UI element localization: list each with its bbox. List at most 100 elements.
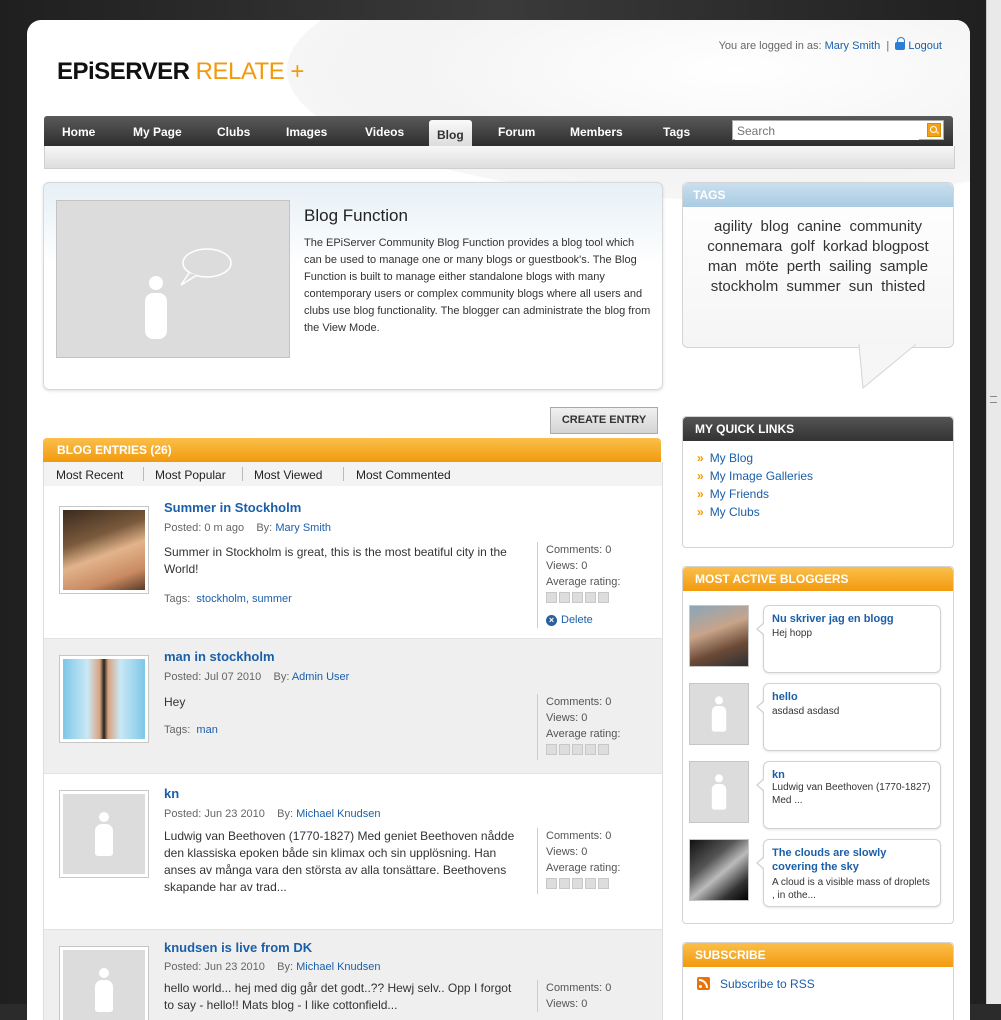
entry-thumbnail[interactable] [59, 655, 149, 743]
quick-link-label: My Blog [709, 451, 754, 465]
blogger-bubble: kn Ludwig van Beethoven (1770-1827) Med … [756, 761, 941, 829]
blogger-post-excerpt: Hej hopp [772, 628, 813, 639]
tag-link[interactable]: agility [714, 218, 752, 235]
tab-divider [143, 467, 144, 481]
lock-icon [895, 37, 906, 50]
user-silhouette-icon [91, 812, 117, 856]
blogger-item[interactable]: The clouds are slowly covering the sky A… [689, 839, 947, 909]
entry-tags: Tags: man [164, 724, 218, 736]
search-input[interactable] [735, 122, 919, 140]
logged-in-user-link[interactable]: Mary Smith [825, 40, 881, 52]
entry-title[interactable]: man in stockholm [164, 649, 275, 664]
tag-link[interactable]: korkad blogpost [823, 238, 929, 255]
entry-body: Summer in Stockholm is great, this is th… [164, 545, 507, 576]
subscribe-box: SUBSCRIBE Subscribe to RSS [682, 942, 954, 1020]
nav-my-page[interactable]: My Page [133, 125, 182, 139]
quick-links-list: » My Blog » My Image Galleries » My Friends… [683, 441, 953, 521]
tab-most-popular[interactable]: Most Popular [155, 468, 226, 482]
entry-title[interactable]: Summer in Stockholm [164, 500, 301, 515]
quick-link-my-clubs[interactable]: » My Clubs [697, 503, 953, 521]
tag-link[interactable]: canine [797, 218, 841, 235]
tag-link[interactable]: thisted [881, 278, 925, 295]
entry-body: Ludwig van Beethoven (1770-1827) Med gen… [164, 829, 515, 894]
entry-tags-link[interactable]: stockholm, summer [196, 593, 291, 605]
entry-rating-stars[interactable] [546, 744, 620, 760]
entry-title[interactable]: kn [164, 786, 179, 801]
entry-stats: Comments: 0 Views: 0 Average rating: × De… [537, 542, 620, 628]
entry-body: Hey [164, 695, 186, 709]
blogger-post-title[interactable]: kn [772, 768, 932, 782]
entry-thumbnail[interactable] [59, 506, 149, 594]
entry-author-link[interactable]: Michael Knudsen [296, 961, 380, 973]
blogger-item[interactable]: kn Ludwig van Beethoven (1770-1827) Med … [689, 761, 947, 831]
blogger-item[interactable]: hello asdasd asdasd [689, 683, 947, 753]
tab-most-viewed[interactable]: Most Viewed [254, 468, 322, 482]
quick-links-box: MY QUICK LINKS » My Blog » My Image Galler… [682, 416, 954, 548]
tag-link[interactable]: perth [787, 258, 821, 275]
tag-link[interactable]: golf [790, 238, 814, 255]
tag-link[interactable]: connemara [707, 238, 782, 255]
entry-thumbnail[interactable] [59, 946, 149, 1020]
entry-photo-placeholder [63, 794, 145, 874]
create-entry-button[interactable]: CREATE ENTRY [550, 407, 658, 434]
tag-link[interactable]: sample [880, 258, 928, 275]
scrollbar-grip[interactable] [990, 396, 997, 403]
window-scrollbar[interactable] [986, 0, 1001, 1004]
entry-author-link[interactable]: Michael Knudsen [296, 808, 380, 820]
nav-videos[interactable]: Videos [365, 125, 404, 139]
entry-stats: Comments: 0 Views: 0 Average rating: [537, 828, 620, 894]
tag-link[interactable]: sailing [829, 258, 872, 275]
tags-box: TAGS agility blog canine community conne… [682, 182, 954, 348]
tag-link[interactable]: summer [786, 278, 840, 295]
blogger-post-title[interactable]: The clouds are slowly covering the sky [772, 846, 932, 874]
tab-divider [343, 467, 344, 481]
entry-tags-link[interactable]: man [196, 724, 217, 736]
tag-link[interactable]: man [708, 258, 737, 275]
tag-link[interactable]: sun [849, 278, 873, 295]
tab-most-commented[interactable]: Most Commented [356, 468, 451, 482]
nav-members[interactable]: Members [570, 125, 623, 139]
nav-tags[interactable]: Tags [663, 125, 690, 139]
entry-rating-stars[interactable] [546, 878, 620, 894]
blogger-bubble: The clouds are slowly covering the sky A… [756, 839, 941, 907]
blogger-item[interactable]: Nu skriver jag en blogg Hej hopp [689, 605, 947, 675]
entry-delete-link[interactable]: × Delete [546, 612, 620, 628]
nav-images[interactable]: Images [286, 125, 327, 139]
tag-link[interactable]: community [849, 218, 922, 235]
entry-author-link[interactable]: Admin User [292, 671, 349, 683]
quick-link-my-image-galleries[interactable]: » My Image Galleries [697, 467, 953, 485]
entry-author-link[interactable]: Mary Smith [275, 522, 331, 534]
tag-link[interactable]: möte [745, 258, 778, 275]
entry-by-label: By: [273, 671, 290, 683]
blogger-post-title[interactable]: hello [772, 690, 932, 704]
nav-clubs[interactable]: Clubs [217, 125, 250, 139]
entry-posted: Posted: Jul 07 2010 [164, 671, 262, 683]
subscribe-heading: SUBSCRIBE [683, 943, 953, 967]
quick-link-my-blog[interactable]: » My Blog [697, 449, 953, 467]
nav-forum[interactable]: Forum [498, 125, 535, 139]
tab-most-recent[interactable]: Most Recent [56, 468, 123, 482]
logout-link[interactable]: Logout [908, 40, 942, 52]
entry-meta: Posted: 0 m ago By: Mary Smith [164, 522, 331, 534]
nav-blog[interactable]: Blog [429, 120, 472, 146]
tag-link[interactable]: blog [761, 218, 789, 235]
user-silhouette-icon [709, 696, 730, 732]
entry-title[interactable]: knudsen is live from DK [164, 940, 312, 955]
blogger-post-title[interactable]: Nu skriver jag en blogg [772, 612, 932, 626]
blogger-avatar [689, 605, 749, 667]
subscribe-rss-link[interactable]: Subscribe to RSS [697, 977, 815, 991]
blogger-avatar [689, 761, 749, 823]
blogger-post-excerpt: asdasd asdasd [772, 706, 840, 717]
entry-rating-label: Average rating: [546, 862, 621, 874]
entry-photo-placeholder [63, 950, 145, 1020]
nav-home[interactable]: Home [62, 125, 95, 139]
entry-thumbnail[interactable] [59, 790, 149, 878]
blog-intro-box: Blog Function The EPiServer Community Bl… [43, 182, 663, 390]
entry-rating-stars[interactable] [546, 592, 620, 608]
search-icon[interactable] [927, 123, 941, 137]
tag-link[interactable]: stockholm [711, 278, 779, 295]
blogger-bubble: Nu skriver jag en blogg Hej hopp [756, 605, 941, 673]
blogger-speech-icon [145, 248, 232, 339]
quick-link-my-friends[interactable]: » My Friends [697, 485, 953, 503]
logo[interactable]: EPiSERVER RELATE + [57, 58, 304, 86]
